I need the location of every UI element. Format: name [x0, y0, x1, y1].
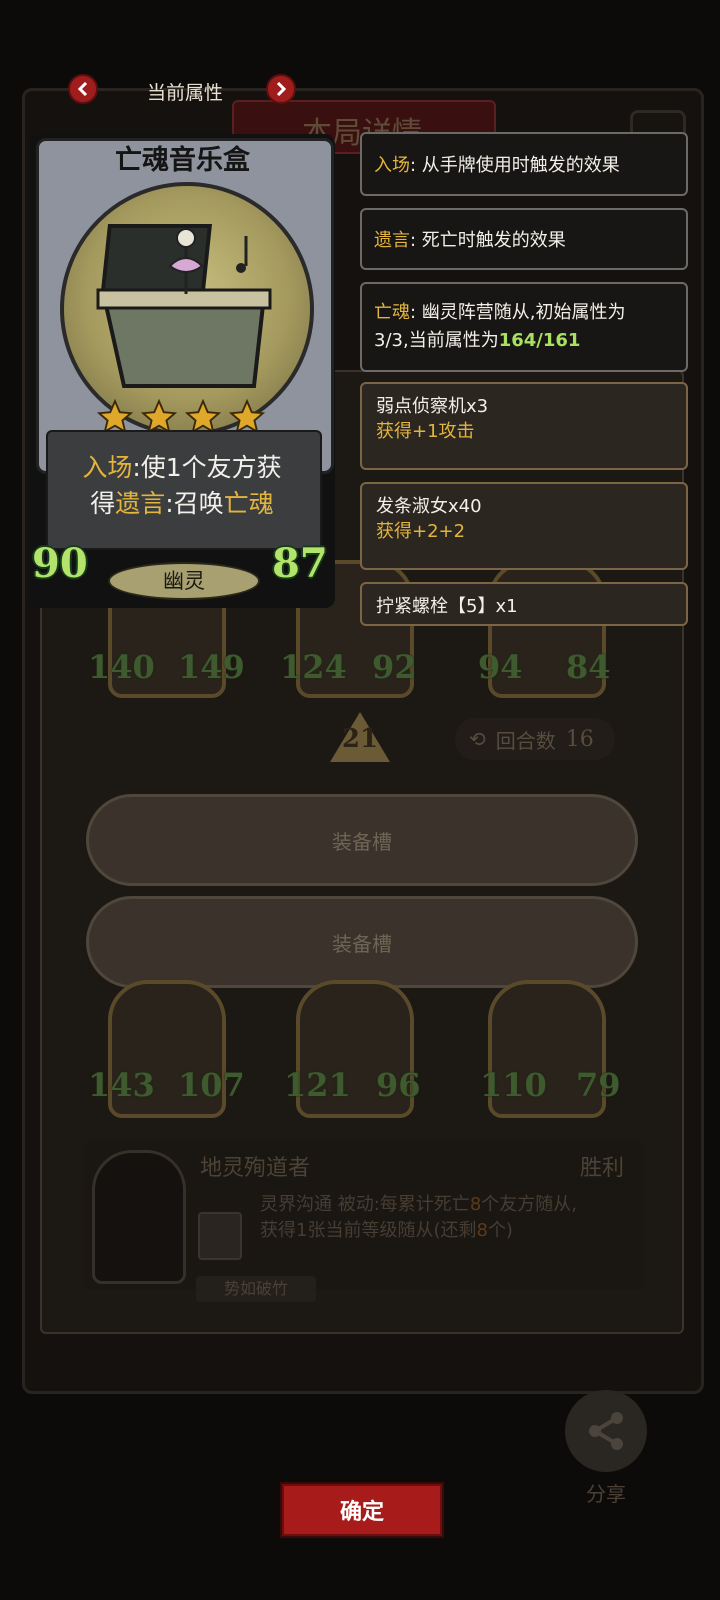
prev-button[interactable]	[68, 74, 98, 104]
match-result: 胜利	[580, 1156, 625, 1181]
skill-remaining: 8	[476, 1220, 488, 1241]
buff-effect: 获得+1攻击	[376, 421, 475, 442]
opponent-skill-text: 灵界沟通 被动:每累计死亡8个友方随从, 获得1张当前等级随从(还剩8个)	[260, 1192, 640, 1244]
keyword-deathrattle: 遗言	[115, 489, 166, 518]
opponent-portrait	[92, 1150, 186, 1284]
card-attack: 90	[32, 540, 88, 587]
buff-name: 拧紧螺栓【5】x1	[376, 596, 518, 617]
card-name: 亡魂音乐盒	[115, 145, 250, 176]
skill-type: 被动	[337, 1194, 374, 1215]
keyword-desc: : 死亡时触发的效果	[410, 230, 566, 251]
chevron-left-icon	[77, 82, 88, 96]
opponent-tag: 势如破竹	[196, 1276, 316, 1302]
hero-attack: 121	[284, 1066, 351, 1104]
buff-item: 弱点侦察机x3 获得+1攻击	[360, 382, 688, 470]
refresh-icon: ⟲	[469, 727, 486, 751]
buff-name: 弱点侦察机x3	[376, 396, 489, 417]
equip-slot[interactable]: 装备槽	[86, 896, 638, 988]
confirm-button[interactable]: 确定	[282, 1484, 442, 1536]
popup-title: 当前属性	[146, 82, 223, 104]
skill-desc: 个)	[487, 1220, 513, 1241]
next-button[interactable]	[266, 74, 296, 104]
hero-health: 92	[372, 648, 417, 686]
keyword-name: 入场	[374, 155, 410, 176]
keyword-info-deathrattle: 遗言: 死亡时触发的效果	[360, 208, 688, 270]
skill-count: 8	[469, 1194, 482, 1215]
card-description: 入场:使1个友方获 得遗言:召唤亡魂	[46, 450, 318, 522]
keyword-ghost: 亡魂	[223, 489, 274, 518]
keyword-battlecry: 入场	[82, 453, 133, 482]
share-icon	[589, 1412, 623, 1450]
skill-name: 灵界沟通	[260, 1194, 332, 1215]
hero-health: 84	[566, 648, 611, 686]
keyword-desc: : 从手牌使用时触发的效果	[410, 155, 620, 176]
turns-value: 16	[565, 726, 594, 752]
hero-attack: 110	[480, 1066, 547, 1104]
card-tribe: 幽灵	[108, 562, 260, 600]
turns-label: 回合数	[495, 728, 556, 753]
hero-health: 107	[178, 1066, 245, 1104]
hero-attack: 94	[478, 648, 523, 686]
keyword-info-battlecry: 入场: 从手牌使用时触发的效果	[360, 132, 688, 196]
buff-item: 发条淑女x40 获得+2+2	[360, 482, 688, 570]
hero-attack: 124	[280, 648, 347, 686]
skill-desc: 获得1张当前等级随从(还剩	[260, 1220, 477, 1241]
keyword-desc: : 幽灵阵营随从,初始属性为	[410, 302, 626, 323]
chevron-right-icon	[276, 82, 287, 96]
hero-attack: 143	[88, 1066, 155, 1104]
card-desc-text: 得	[90, 489, 116, 518]
skill-icon	[198, 1212, 242, 1260]
hero-health: 96	[376, 1066, 421, 1104]
equip-slot[interactable]: 装备槽	[86, 794, 638, 886]
buff-name: 发条淑女x40	[376, 496, 482, 517]
buff-item: 拧紧螺栓【5】x1	[360, 582, 688, 626]
keyword-desc: 3/3,当前属性为	[374, 330, 499, 351]
keyword-name: 遗言	[374, 230, 410, 251]
buff-effect: 获得+2+2	[376, 521, 466, 542]
hero-health: 79	[576, 1066, 621, 1104]
hero-health: 149	[178, 648, 245, 686]
keyword-name: 亡魂	[374, 302, 410, 323]
turns-counter: ⟲ 回合数 16	[455, 718, 615, 760]
current-stats: 164/161	[498, 330, 581, 351]
opponent-name: 地灵殉道者	[200, 1156, 311, 1181]
card-health: 87	[272, 540, 328, 587]
card-desc-text: :使1个友方获	[132, 453, 282, 482]
hero-attack: 140	[88, 648, 155, 686]
music-box-icon	[96, 224, 272, 388]
keyword-info-ghost: 亡魂: 幽灵阵营随从,初始属性为 3/3,当前属性为164/161	[360, 282, 688, 372]
share-button[interactable]	[565, 1390, 647, 1472]
round-number: 21	[341, 724, 379, 754]
share-label: 分享	[586, 1482, 626, 1506]
card-desc-text: :召唤	[165, 489, 224, 518]
skill-desc: :每累计死亡	[373, 1194, 470, 1215]
skill-desc: 个友方随从,	[481, 1194, 577, 1215]
